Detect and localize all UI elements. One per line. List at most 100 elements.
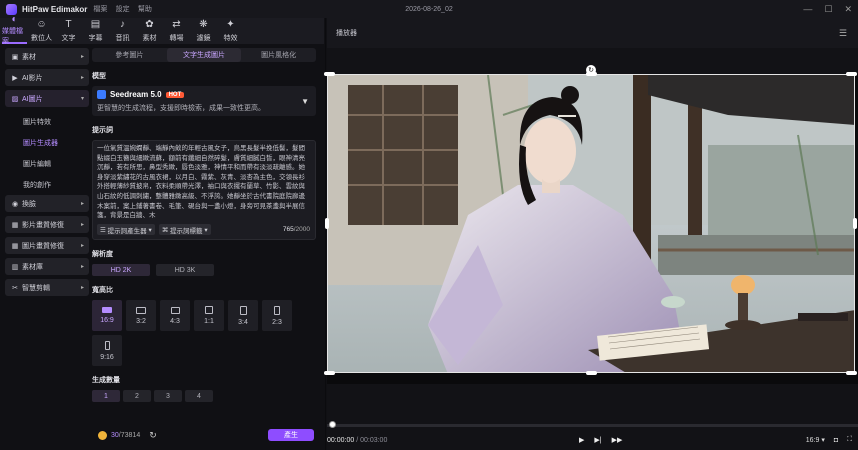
prompt-generator-label: 提示詞產生器: [107, 227, 147, 235]
generate-button[interactable]: 產生: [268, 429, 314, 441]
model-selector[interactable]: Seedream 5.0 HOT 更智慧的生成流程，支援即時檢索，成果一致性更高…: [92, 86, 316, 116]
sidebar-group-5[interactable]: ▦ 圖片畫質修復 ▸: [5, 237, 89, 254]
media-icon: ◐: [11, 13, 18, 25]
tag-icon: ⌘: [161, 226, 169, 234]
timeline-scrubber[interactable]: [327, 421, 858, 428]
tab-filter[interactable]: ❋ 濾鏡: [191, 18, 216, 44]
resize-handle-right[interactable]: [853, 218, 857, 229]
playhead-knob[interactable]: [329, 421, 336, 428]
sidebar-group-7[interactable]: ✂ 智慧剪輯 ▸: [5, 279, 89, 296]
sidebar-subitem[interactable]: 圖片特效: [5, 111, 89, 132]
resize-handle-bottom-left[interactable]: [324, 371, 335, 375]
menu-settings[interactable]: 設定: [116, 6, 130, 13]
aspect-ratio-option[interactable]: 1:1: [194, 300, 224, 331]
coin-icon: [98, 430, 107, 440]
tab-text-to-image[interactable]: 文字生成圖片: [166, 48, 242, 62]
play-icon[interactable]: ▶: [579, 436, 584, 444]
count-option[interactable]: 2: [123, 390, 151, 402]
chevron-right-icon: ▸: [80, 54, 84, 60]
hamburger-menu-icon[interactable]: ☰: [839, 28, 847, 39]
sidebar-group-6[interactable]: ▥ 素材庫 ▸: [5, 258, 89, 275]
toolbar-label: 素材: [142, 34, 157, 42]
playback-controls: 00:00:00 / 00:03:00 ▶ ▶| ▶▶ 16:9 ▾ ◘ ⛶: [327, 432, 858, 448]
panel-divider[interactable]: [325, 18, 326, 450]
avatar-icon: ☺: [36, 18, 47, 30]
minimize-icon[interactable]: —: [803, 4, 812, 15]
tab-media[interactable]: ◐ 媒體檔案: [2, 13, 27, 45]
close-icon[interactable]: ✕: [844, 4, 852, 15]
aspect-ratio-option[interactable]: 16:9: [92, 300, 122, 331]
aspect-ratio-option[interactable]: 3:4: [228, 300, 258, 331]
chevron-right-icon: ▸: [80, 222, 84, 228]
fullscreen-icon[interactable]: ⛶: [847, 436, 852, 444]
prompt-generator-button[interactable]: ☰ 提示詞產生器 ▾: [97, 224, 155, 235]
tab-reference-image[interactable]: 參考圖片: [92, 48, 167, 62]
toolbar-label: 字幕: [88, 34, 103, 42]
sticker-icon: ✿: [145, 18, 154, 30]
player-title: 播放器: [336, 30, 357, 37]
ai-image-panel: 參考圖片 文字生成圖片 圖片風格化 模型 Seedream 5.0 HOT 更智…: [92, 48, 322, 450]
chevron-right-icon: ▸: [80, 264, 84, 270]
sidebar-subitem[interactable]: 圖片生成器: [5, 132, 89, 153]
aspect-ratio-option[interactable]: 9:16: [92, 335, 122, 366]
aspect-ratio-icon: [104, 340, 110, 350]
aspect-ratio-option[interactable]: 2:3: [262, 300, 292, 331]
tab-effects[interactable]: ✦ 特效: [218, 18, 243, 44]
resize-handle-bottom[interactable]: [586, 371, 597, 375]
resolution-2k[interactable]: HD 2K: [92, 264, 150, 276]
maximize-icon[interactable]: ☐: [824, 4, 832, 15]
prompt-input[interactable]: 一位氣質溫婉嫻靜、端靜內斂的年輕古風女子，烏黑長髮半挽低髻，髮間點綴白玉簪與細緻…: [93, 141, 315, 221]
sidebar-subitem[interactable]: 圖片編輯: [5, 153, 89, 174]
aspect-ratio-icon: [274, 305, 280, 315]
fast-forward-icon[interactable]: ▶▶: [612, 436, 623, 444]
effects-icon: ✦: [226, 18, 235, 30]
seedream-logo-icon: [97, 90, 106, 99]
count-option[interactable]: 3: [154, 390, 182, 402]
sidebar-group-0[interactable]: ▣ 素材 ▸: [5, 48, 89, 65]
tab-image-stylize[interactable]: 圖片風格化: [241, 48, 316, 62]
aspect-ratio-option[interactable]: 3:2: [126, 300, 156, 331]
tab-text[interactable]: T 文字: [56, 18, 81, 44]
aspect-ratio-heading: 寬高比: [92, 287, 113, 294]
generated-image[interactable]: [327, 74, 855, 373]
chevron-down-icon[interactable]: ▼: [301, 97, 309, 106]
prompt-tags-button[interactable]: ⌘ 提示詞標籤 ▾: [158, 224, 211, 235]
snapshot-icon[interactable]: ◘: [834, 437, 838, 444]
sidebar-group-label: 智慧剪輯: [22, 284, 50, 292]
sidebar-group-2[interactable]: ▨ AI圖片 ▾: [5, 90, 89, 107]
sidebar-group-1[interactable]: ▶ AI影片 ▸: [5, 69, 89, 86]
menu-help[interactable]: 幫助: [138, 6, 152, 13]
tab-avatar[interactable]: ☺ 數位人: [29, 18, 54, 44]
sidebar-group-icon: ▦: [11, 221, 19, 229]
sidebar-group-label: 素材庫: [22, 263, 43, 271]
refresh-icon[interactable]: ↻: [149, 430, 157, 441]
count-option[interactable]: 4: [185, 390, 213, 402]
prompt-tags-label: 提示詞標籤: [170, 227, 203, 235]
resolution-heading: 解析度: [92, 251, 113, 258]
resize-handle-top[interactable]: [586, 72, 597, 76]
aspect-ratio-option[interactable]: 4:3: [160, 300, 190, 331]
tab-sticker[interactable]: ✿ 素材: [137, 18, 162, 44]
sidebar-subitem[interactable]: 我的創作: [5, 174, 89, 195]
menu-file[interactable]: 檔案: [93, 6, 107, 13]
toolbar-label: 音訊: [115, 34, 130, 42]
text-icon: T: [65, 18, 72, 30]
count-option[interactable]: 1: [92, 390, 120, 402]
tab-audio[interactable]: ♪ 音訊: [110, 18, 135, 44]
tab-transition[interactable]: ⇄ 轉場: [164, 18, 189, 44]
tab-subtitle[interactable]: ▤ 字幕: [83, 18, 108, 44]
sidebar-group-4[interactable]: ▦ 影片畫質修復 ▸: [5, 216, 89, 233]
chevron-right-icon: ▸: [80, 285, 84, 291]
resize-handle-top-right[interactable]: [846, 72, 857, 76]
sidebar: ▣ 素材 ▸ ▶ AI影片 ▸ ▨ AI圖片 ▾ 圖片特效 圖片生成器 圖片編輯 我的創作 ◉ 換臉 ▸ ▦ 影片…: [5, 48, 89, 450]
aspect-ratio-select[interactable]: 16:9 ▾: [806, 436, 825, 444]
aspect-ratio-icon: [102, 307, 112, 313]
aspect-ratio-label: 3:2: [136, 317, 146, 325]
sidebar-group-3[interactable]: ◉ 換臉 ▸: [5, 195, 89, 212]
resize-handle-left[interactable]: [325, 218, 329, 229]
resize-handle-top-left[interactable]: [324, 72, 335, 76]
next-frame-icon[interactable]: ▶|: [594, 436, 601, 444]
title-bar: HitPaw Edimakor 檔案 設定 幫助 2026-08-26_02 —…: [0, 0, 858, 18]
resize-handle-bottom-right[interactable]: [846, 371, 857, 375]
resolution-3k[interactable]: HD 3K: [156, 264, 214, 276]
